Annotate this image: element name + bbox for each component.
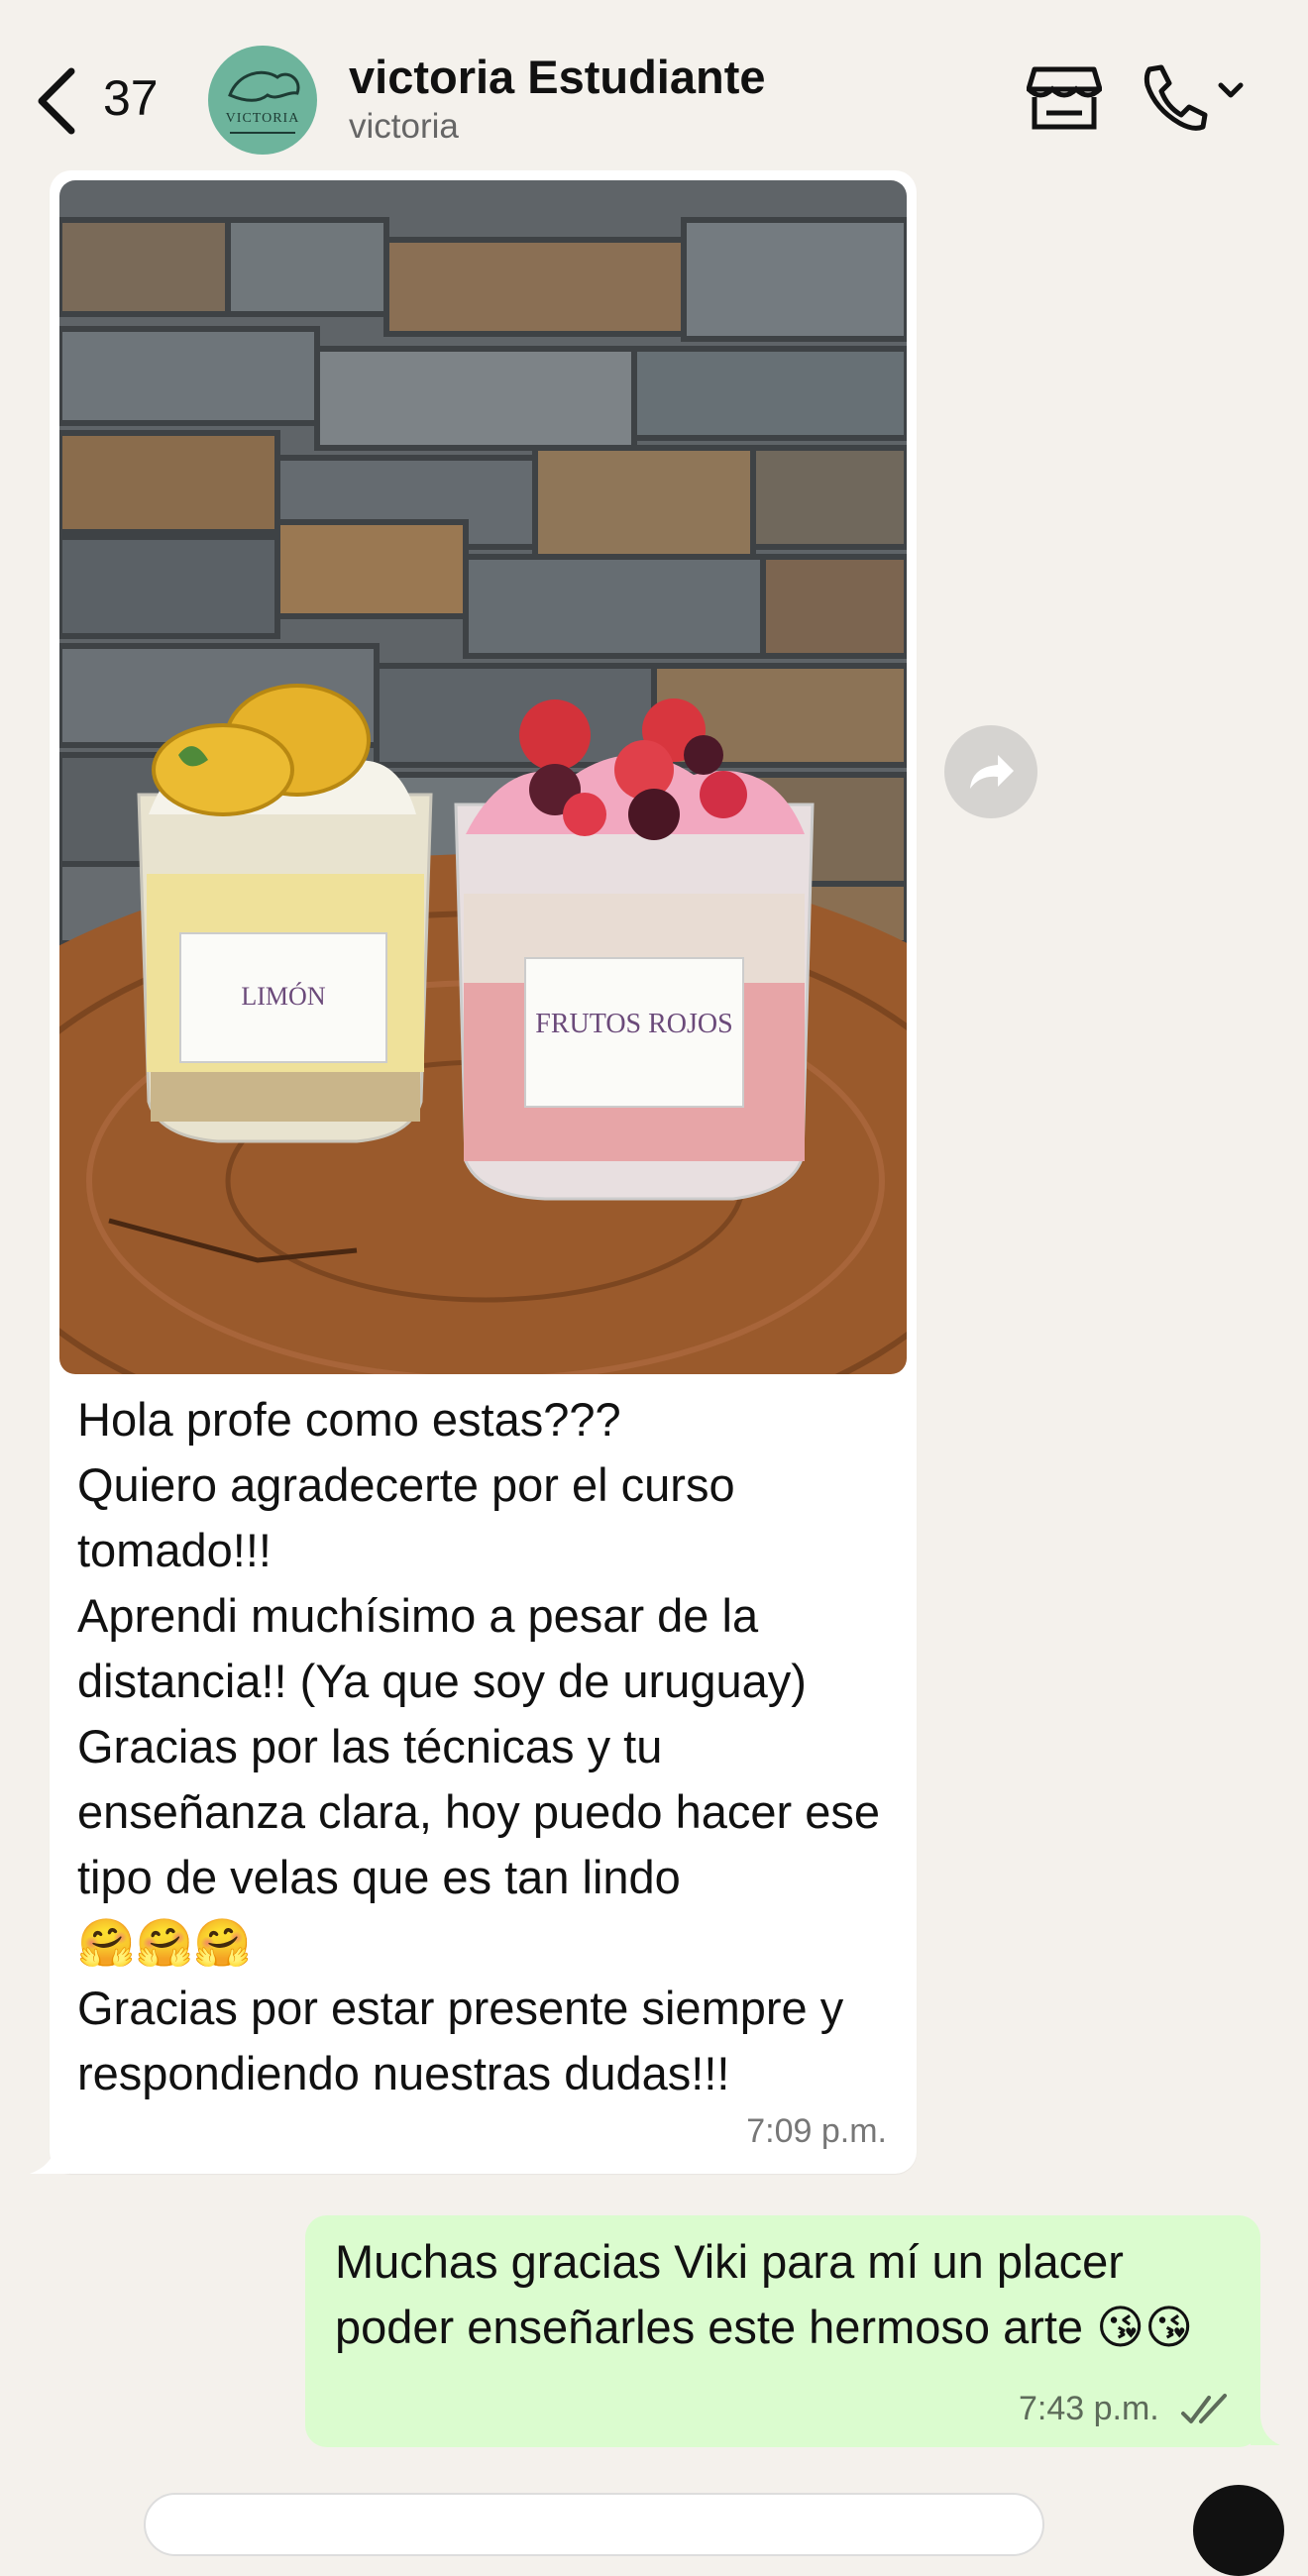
mic-button[interactable] xyxy=(1193,2485,1284,2576)
incoming-message-text: Hola profe como estas??? Quiero agradece… xyxy=(77,1393,881,2099)
avatar-logo-icon xyxy=(228,70,300,134)
back-chevron-icon[interactable] xyxy=(30,61,89,141)
incoming-message-bubble[interactable]: LIMÓN FRUTOS ROJOS Hola profe como estas… xyxy=(50,170,917,2174)
call-phone-icon[interactable] xyxy=(1138,61,1247,133)
read-ticks-icon xyxy=(1181,2394,1227,2423)
frutos-rojos-label-text: FRUTOS ROJOS xyxy=(535,1009,732,1039)
avatar[interactable]: VICTORIA xyxy=(208,46,317,155)
outgoing-bubble-tail xyxy=(1251,2417,1280,2445)
contact-name[interactable]: victoria Estudiante xyxy=(349,50,766,104)
outgoing-message-bubble[interactable]: Muchas gracias Viki para mí un placer po… xyxy=(305,2215,1260,2447)
business-store-icon[interactable] xyxy=(1027,63,1102,133)
candles-photo-image: LIMÓN FRUTOS ROJOS xyxy=(59,180,907,1374)
limon-label-text: LIMÓN xyxy=(241,982,325,1011)
outgoing-message-text: Muchas gracias Viki para mí un placer po… xyxy=(335,2235,1194,2353)
forward-arrow-icon xyxy=(970,755,1014,789)
message-composer-input[interactable] xyxy=(144,2493,1044,2556)
incoming-bubble-tail xyxy=(30,2146,69,2174)
forward-button[interactable] xyxy=(944,725,1037,818)
outgoing-message-time: 7:43 p.m. xyxy=(1019,2390,1159,2427)
candles-photo[interactable]: LIMÓN FRUTOS ROJOS xyxy=(59,180,907,1374)
contact-subtitle: victoria xyxy=(349,107,459,146)
incoming-message-time: 7:09 p.m. xyxy=(746,2112,887,2150)
avatar-label: VICTORIA xyxy=(225,111,300,126)
unread-count[interactable]: 37 xyxy=(103,69,159,127)
chat-header: 37 VICTORIA victoria Estudiante victoria xyxy=(0,0,1308,178)
